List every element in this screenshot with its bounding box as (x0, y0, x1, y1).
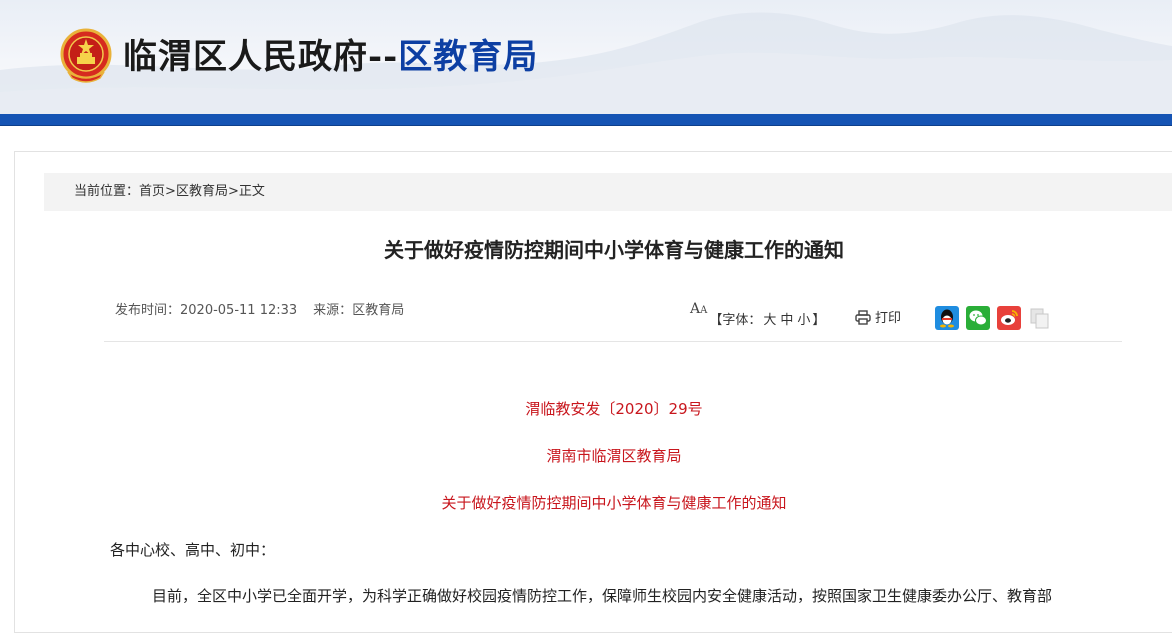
source-value: 区教育局 (352, 303, 405, 318)
header-banner: 临渭区人民政府--区教育局 (0, 0, 1172, 114)
doc-number: 渭临教安发〔2020〕29号 (525, 400, 703, 418)
breadcrumb-prefix: 当前位置： (74, 184, 140, 199)
publish-label: 发布时间： (115, 303, 181, 318)
breadcrumb-sep: > (227, 184, 239, 199)
site-name: 临渭区人民政府 (123, 37, 368, 77)
font-medium-button[interactable]: 中 (780, 313, 793, 328)
print-button[interactable]: 打印 (855, 310, 901, 328)
addressee: 各中心校、高中、初中： (110, 541, 276, 559)
paragraph-1: 目前，全区中小学已全面开学，为科学正确做好校园疫情防控工作，保障师生校园内安全健… (152, 587, 1053, 605)
article-meta: 发布时间：2020-05-11 12:33 来源：区教育局 (115, 302, 404, 320)
national-emblem-logo[interactable] (60, 28, 112, 84)
qq-icon[interactable] (935, 306, 959, 330)
issuer: 渭南市临渭区教育局 (546, 447, 682, 465)
copy-icon[interactable] (1028, 306, 1052, 330)
font-label-suffix: 】 (812, 313, 826, 328)
font-size-control: AA【字体：大中小】 (690, 300, 825, 328)
title-separator: -- (368, 37, 399, 77)
font-label-prefix: 【字体： (709, 313, 762, 328)
article-title: 关于做好疫情防控期间中小学体育与健康工作的通知 (384, 238, 844, 262)
source-label: 来源： (313, 303, 353, 318)
breadcrumb-sep: > (165, 184, 176, 199)
site-title[interactable]: 临渭区人民政府--区教育局 (123, 32, 538, 82)
publish-time: 2020-05-11 12:33 (180, 303, 298, 318)
breadcrumb-section-link[interactable]: 区教育局 (176, 184, 228, 199)
font-small-button[interactable]: 小 (797, 313, 810, 328)
wechat-icon[interactable] (966, 306, 990, 330)
print-label: 打印 (875, 311, 902, 326)
breadcrumb-home-link[interactable]: 首页 (139, 184, 165, 199)
font-large-button[interactable]: 大 (763, 313, 776, 328)
header-blue-bar (0, 114, 1172, 126)
dept-name: 区教育局 (398, 37, 539, 77)
meta-divider (104, 341, 1122, 342)
notice-title: 关于做好疫情防控期间中小学体育与健康工作的通知 (441, 494, 787, 512)
printer-icon (855, 310, 871, 325)
breadcrumb: 当前位置：首页>区教育局>正文 (74, 183, 265, 201)
breadcrumb-current: 正文 (238, 184, 265, 199)
font-size-icon: AA (690, 301, 708, 317)
weibo-icon[interactable] (997, 306, 1021, 330)
